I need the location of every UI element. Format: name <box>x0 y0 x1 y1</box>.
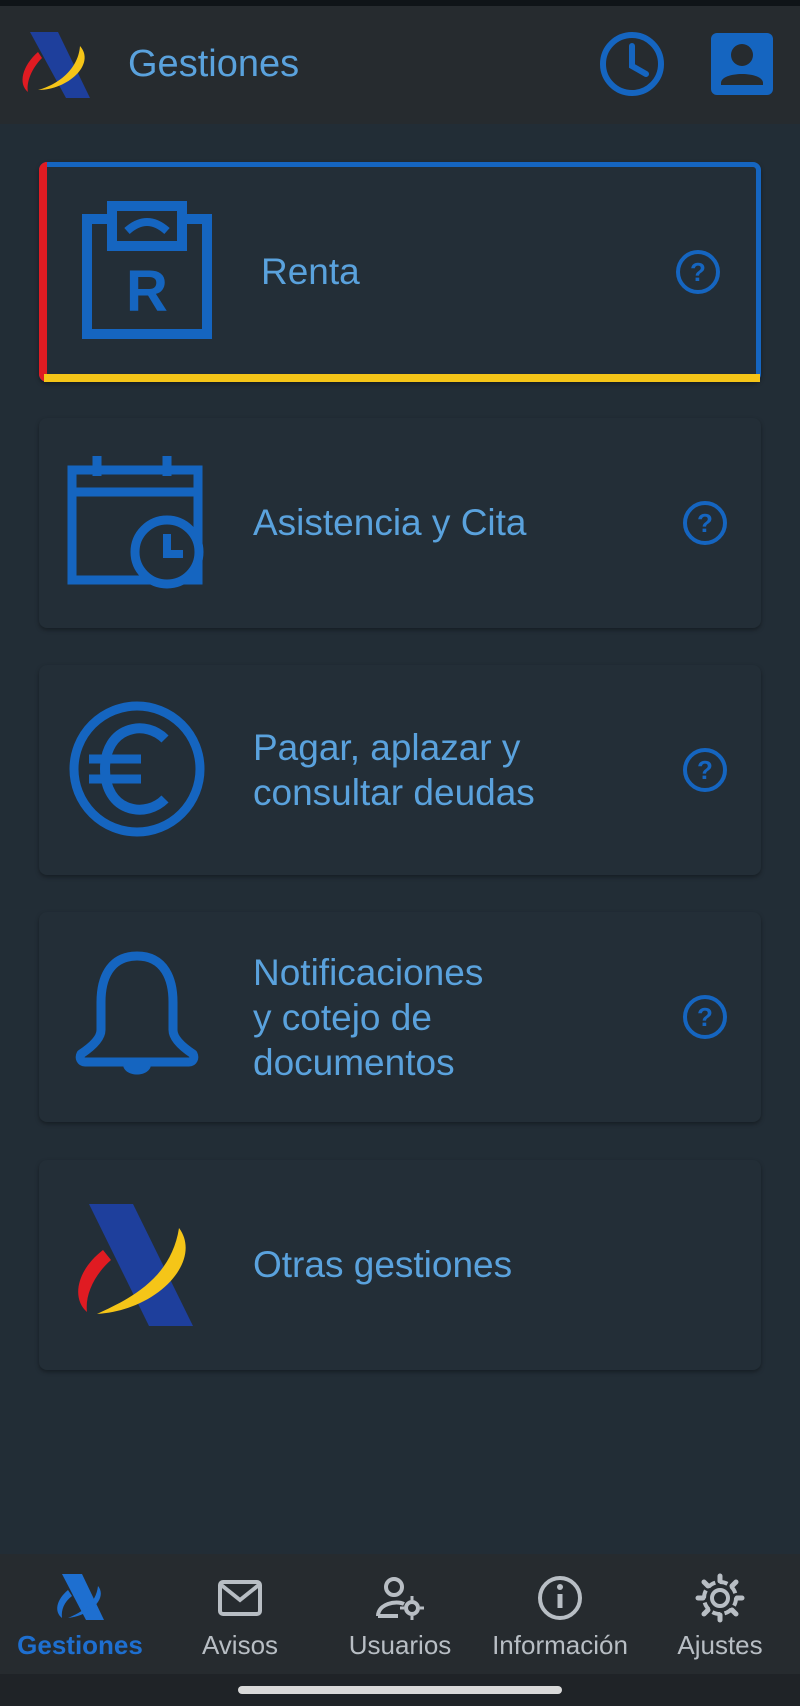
card-asistencia-cita[interactable]: Asistencia y Cita ? <box>39 418 761 628</box>
app-bar: Gestiones <box>0 6 800 124</box>
svg-text:?: ? <box>697 1002 713 1032</box>
aeat-logo <box>78 1204 193 1326</box>
card-label: Renta <box>261 251 360 292</box>
bottom-navigation: Gestiones Avisos Usuarios Información Aj… <box>0 1554 800 1674</box>
accent-yellow-bar <box>44 374 760 382</box>
card-label-line: consultar deudas <box>253 772 535 813</box>
euro-icon <box>69 701 205 837</box>
card-label-line: documentos <box>253 1042 455 1083</box>
clock-icon[interactable] <box>596 28 668 100</box>
svg-text:R: R <box>126 259 168 324</box>
help-icon[interactable]: ? <box>673 247 723 297</box>
card-label-line: Notificaciones <box>253 952 484 993</box>
card-renta[interactable]: R Renta ? <box>39 162 761 382</box>
nav-label: Información <box>492 1630 628 1660</box>
nav-gestiones[interactable]: Gestiones <box>0 1554 160 1674</box>
help-icon[interactable]: ? <box>680 992 730 1042</box>
card-pagar-deudas[interactable]: Pagar, aplazar y consultar deudas ? <box>39 665 761 875</box>
aeat-logo[interactable] <box>18 28 96 102</box>
nav-label: Ajustes <box>677 1630 763 1660</box>
nav-avisos[interactable]: Avisos <box>160 1554 320 1674</box>
nav-ajustes[interactable]: Ajustes <box>640 1554 800 1674</box>
gear-icon <box>695 1573 745 1623</box>
renta-icon: R <box>82 201 212 339</box>
aeat-logo <box>57 1574 104 1620</box>
home-gesture-handle[interactable] <box>238 1686 562 1694</box>
calendar-clock-icon <box>67 456 204 589</box>
svg-text:?: ? <box>697 508 713 538</box>
nav-label: Avisos <box>201 1630 279 1660</box>
nav-usuarios[interactable]: Usuarios <box>320 1554 480 1674</box>
card-label: Otras gestiones <box>253 1244 513 1285</box>
help-icon[interactable]: ? <box>680 745 730 795</box>
info-icon <box>538 1576 582 1620</box>
card-label-line: y cotejo de <box>253 997 432 1038</box>
card-notificaciones[interactable]: Notificaciones y cotejo de documentos ? <box>39 912 761 1122</box>
user-settings-icon <box>376 1577 424 1620</box>
card-otras-gestiones[interactable]: Otras gestiones <box>39 1160 761 1370</box>
nav-label: Gestiones <box>17 1630 143 1660</box>
card-label: Pagar, aplazar y consultar deudas <box>253 725 535 815</box>
accent-red-bar <box>39 162 47 382</box>
svg-text:?: ? <box>690 257 706 287</box>
mail-icon <box>218 1580 262 1616</box>
nav-label: Usuarios <box>348 1630 452 1660</box>
nav-informacion[interactable]: Información <box>480 1554 640 1674</box>
svg-text:?: ? <box>697 755 713 785</box>
account-icon[interactable] <box>711 33 773 95</box>
bell-icon <box>75 951 199 1075</box>
help-icon[interactable]: ? <box>680 498 730 548</box>
page-title: Gestiones <box>128 43 300 85</box>
card-label: Asistencia y Cita <box>253 502 527 543</box>
card-label: Notificaciones y cotejo de documentos <box>253 950 483 1085</box>
card-label-line: Pagar, aplazar y <box>253 727 521 768</box>
